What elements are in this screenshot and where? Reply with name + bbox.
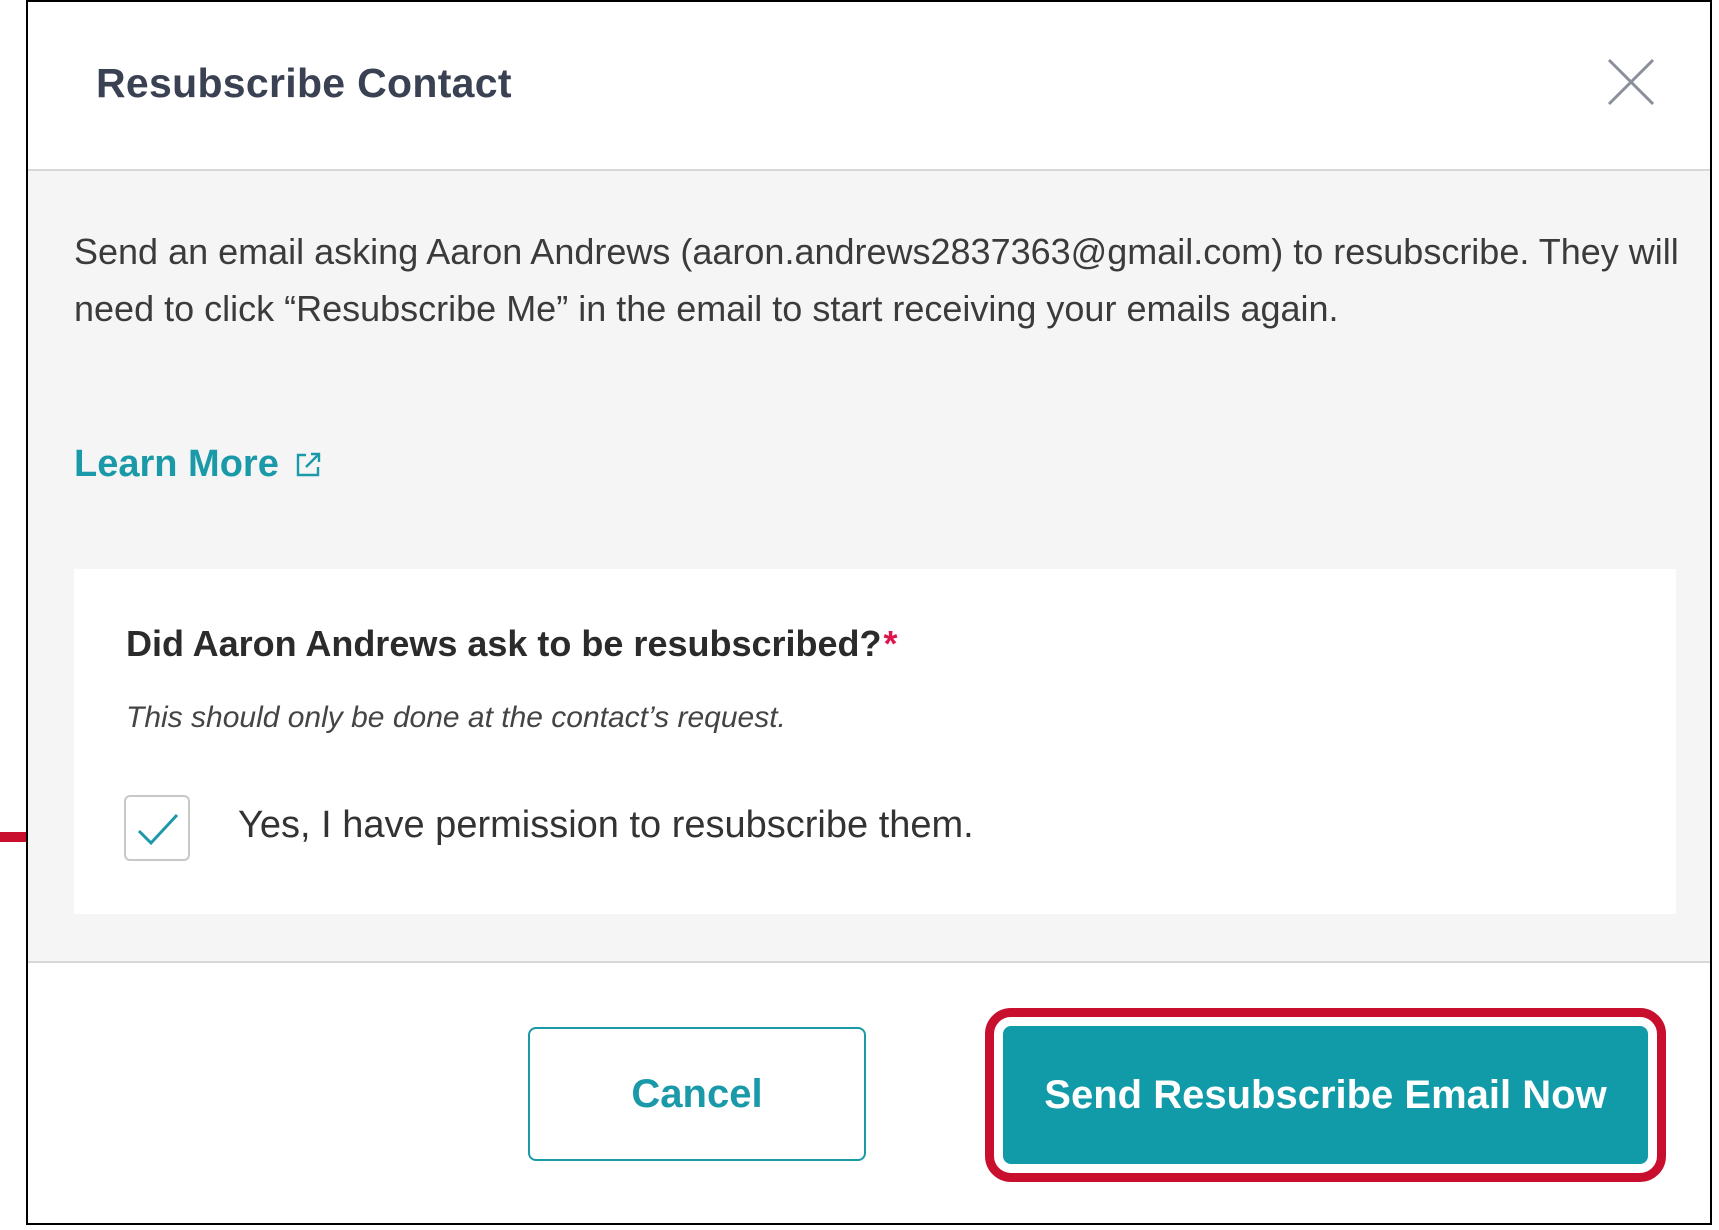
permission-checkbox-label[interactable]: Yes, I have permission to resubscribe th… bbox=[238, 804, 974, 847]
close-icon bbox=[1607, 58, 1655, 106]
dialog-body: Send an email asking Aaron Andrews (aaro… bbox=[28, 171, 1710, 963]
dialog-description: Send an email asking Aaron Andrews (aaro… bbox=[74, 231, 1679, 329]
permission-helper-text: This should only be done at the contact’… bbox=[126, 701, 786, 734]
send-resubscribe-email-button[interactable]: Send Resubscribe Email Now bbox=[1003, 1026, 1648, 1164]
stage: Resubscribe Contact Send an email asking… bbox=[0, 0, 1719, 1230]
permission-question-text: Did Aaron Andrews ask to be resubscribed… bbox=[126, 623, 882, 664]
cancel-button[interactable]: Cancel bbox=[528, 1027, 866, 1161]
required-marker: * bbox=[883, 623, 898, 664]
external-link-icon bbox=[296, 452, 321, 476]
dialog-header: Resubscribe Contact bbox=[28, 2, 1710, 171]
checkmark-icon bbox=[137, 813, 179, 846]
close-button[interactable] bbox=[1603, 54, 1659, 110]
dialog-title: Resubscribe Contact bbox=[96, 60, 512, 106]
permission-card: Did Aaron Andrews ask to be resubscribed… bbox=[74, 569, 1676, 914]
learn-more-label: Learn More bbox=[74, 443, 279, 485]
permission-checkbox[interactable] bbox=[124, 795, 190, 861]
learn-more-link[interactable]: Learn More bbox=[74, 443, 323, 486]
permission-question: Did Aaron Andrews ask to be resubscribed… bbox=[126, 623, 898, 665]
